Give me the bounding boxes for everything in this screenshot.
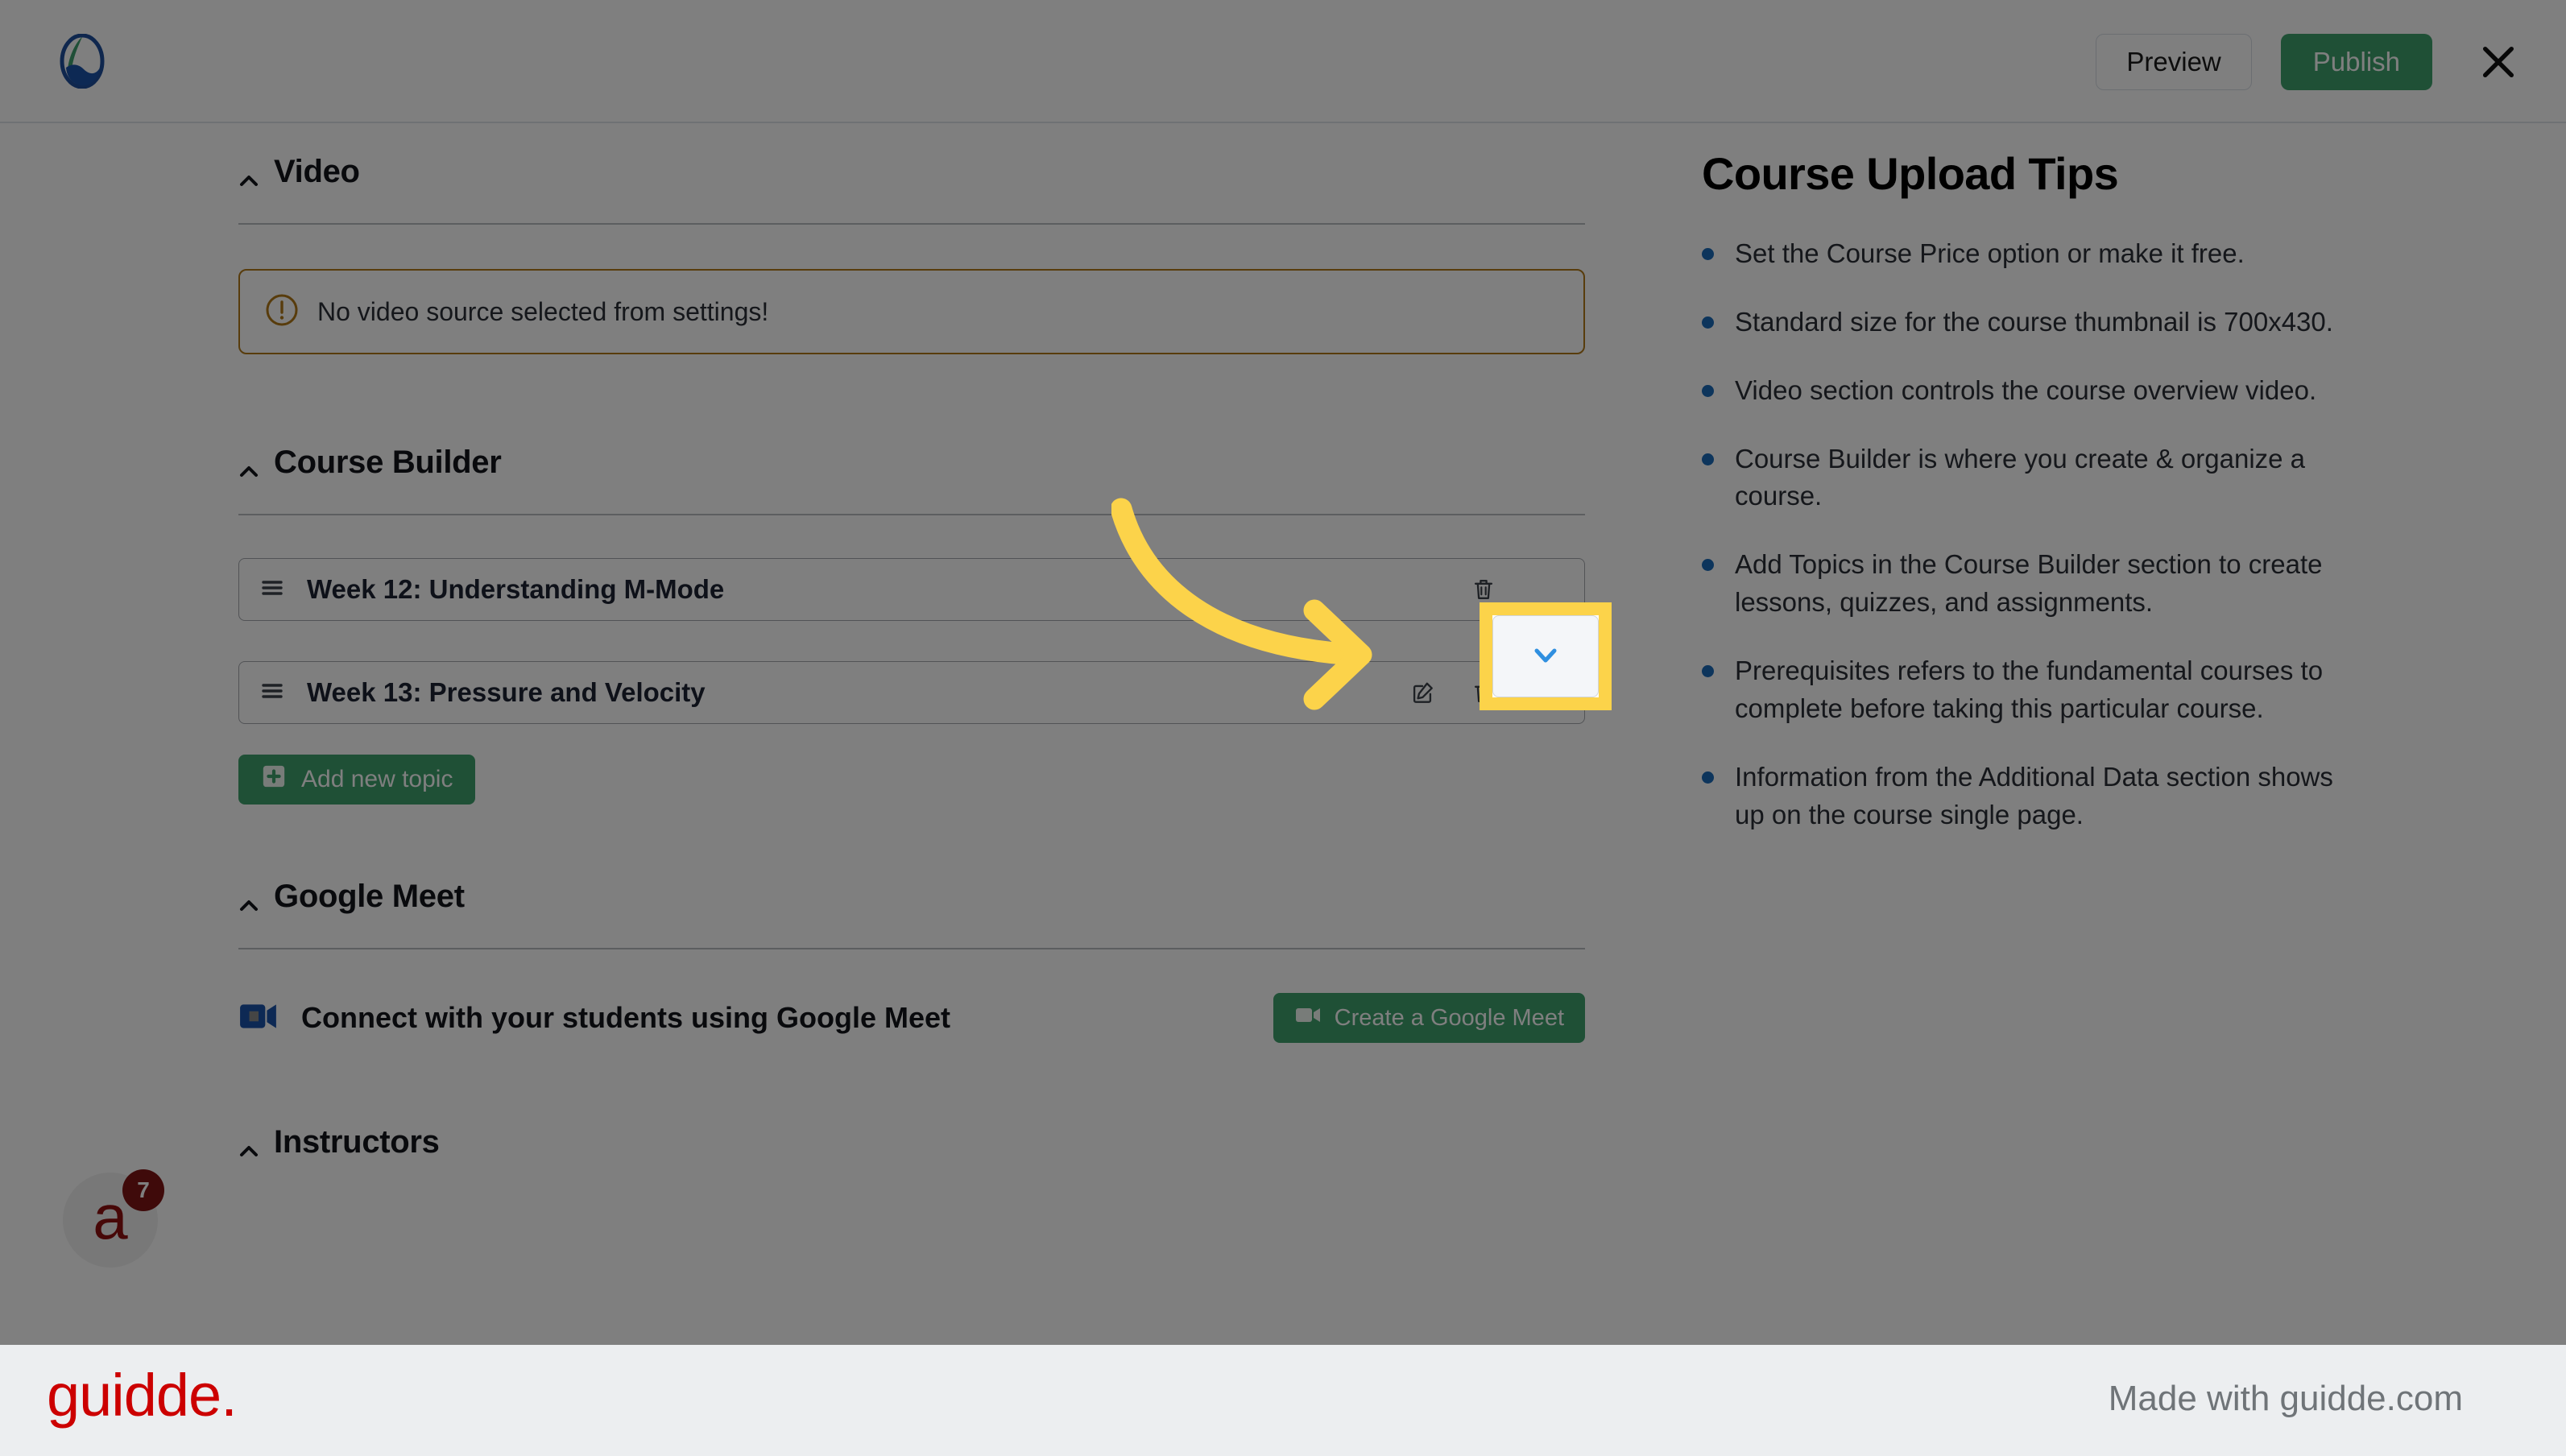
video-camera-icon xyxy=(1294,1004,1322,1032)
trash-icon[interactable] xyxy=(1467,573,1500,606)
google-meet-title: Google Meet xyxy=(274,879,465,914)
divider xyxy=(238,948,1585,949)
chat-widget-button[interactable]: a 7 xyxy=(63,1169,164,1268)
course-builder-section: Course Builder Week 12: Understanding M-… xyxy=(238,354,1585,805)
list-item: Information from the Additional Data sec… xyxy=(1702,759,2362,834)
divider xyxy=(238,223,1585,225)
guidde-logo: guidde. xyxy=(47,1362,238,1429)
bullet-icon xyxy=(1702,665,1714,678)
create-google-meet-label: Create a Google Meet xyxy=(1334,1004,1564,1031)
tip-text: Prerequisites refers to the fundamental … xyxy=(1735,656,2324,723)
google-meet-row: Connect with your students using Google … xyxy=(238,986,1585,1050)
tip-text: Course Builder is where you create & org… xyxy=(1735,443,2306,511)
guidde-footer: guidde. Made with guidde.com xyxy=(0,1345,2566,1456)
create-google-meet-button[interactable]: Create a Google Meet xyxy=(1273,993,1585,1043)
instructors-title: Instructors xyxy=(274,1124,440,1160)
tip-text: Set the Course Price option or make it f… xyxy=(1735,238,2245,268)
app-window: Preview Publish Video No video source se… xyxy=(0,0,2566,1345)
course-builder-title: Course Builder xyxy=(274,445,502,480)
bullet-icon xyxy=(1702,316,1714,329)
made-with-guidde-text: Made with guidde.com xyxy=(2108,1379,2463,1418)
video-section-title: Video xyxy=(274,154,360,189)
close-icon[interactable] xyxy=(2473,36,2524,88)
chevron-down-icon xyxy=(1529,639,1562,675)
list-item: Standard size for the course thumbnail i… xyxy=(1702,304,2362,341)
tip-text: Information from the Additional Data sec… xyxy=(1735,761,2333,829)
list-item: Set the Course Price option or make it f… xyxy=(1702,235,2362,273)
tip-text: Add Topics in the Course Builder section… xyxy=(1735,549,2323,618)
table-row[interactable]: Week 12: Understanding M-Mode xyxy=(238,558,1585,621)
table-row[interactable]: Week 13: Pressure and Velocity xyxy=(238,661,1585,724)
bullet-icon xyxy=(1702,248,1714,260)
row-actions xyxy=(1467,573,1562,606)
course-upload-tips-panel: Course Upload Tips Set the Course Price … xyxy=(1702,123,2362,864)
tip-text: Video section controls the course overvi… xyxy=(1735,374,2317,405)
edit-icon[interactable] xyxy=(1405,676,1439,709)
instructors-header[interactable]: Instructors xyxy=(238,1124,1585,1160)
publish-button[interactable]: Publish xyxy=(2280,33,2432,90)
bullet-icon xyxy=(1702,771,1714,784)
add-new-topic-button[interactable]: Add new topic xyxy=(238,755,476,805)
google-meet-header[interactable]: Google Meet xyxy=(238,879,1585,915)
chevron-up-icon xyxy=(238,163,259,186)
google-meet-section: Google Meet Connect with your students u… xyxy=(238,805,1585,1050)
bullet-icon xyxy=(1702,384,1714,397)
tutor-lms-logo-icon xyxy=(55,33,110,89)
preview-button[interactable]: Preview xyxy=(2096,33,2252,90)
no-video-warning: No video source selected from settings! xyxy=(238,269,1585,354)
alert-circle-icon xyxy=(264,292,300,332)
chevron-up-icon xyxy=(238,1134,259,1156)
course-builder-header[interactable]: Course Builder xyxy=(238,445,1585,481)
video-section-header[interactable]: Video xyxy=(238,154,1585,190)
topic-title: Week 13: Pressure and Velocity xyxy=(307,677,706,707)
list-item: Video section controls the course overvi… xyxy=(1702,372,2362,410)
bullet-icon xyxy=(1702,559,1714,572)
list-item: Course Builder is where you create & org… xyxy=(1702,441,2362,516)
topic-expand-toggle[interactable] xyxy=(1492,615,1599,697)
page-title: Course Upload Tips xyxy=(1702,148,2119,199)
add-new-topic-label: Add new topic xyxy=(301,766,453,792)
google-meet-video-icon xyxy=(238,999,279,1037)
tips-list: Set the Course Price option or make it f… xyxy=(1702,235,2362,833)
chevron-up-icon xyxy=(238,888,259,911)
instructors-section: Instructors xyxy=(238,1050,1585,1160)
content-area: Video No video source selected from sett… xyxy=(0,123,2566,1345)
top-bar-actions: Preview Publish xyxy=(2096,0,2524,123)
drag-handle-icon[interactable] xyxy=(260,576,284,604)
chevron-up-icon xyxy=(238,454,259,477)
list-item: Prerequisites refers to the fundamental … xyxy=(1702,652,2362,728)
divider xyxy=(238,514,1585,515)
list-item: Add Topics in the Course Builder section… xyxy=(1702,546,2362,622)
status-badge: 7 xyxy=(122,1169,164,1211)
drag-handle-icon[interactable] xyxy=(260,679,284,707)
course-editor-column: Video No video source selected from sett… xyxy=(238,123,1585,1160)
plus-square-icon xyxy=(261,763,287,796)
google-meet-description: Connect with your students using Google … xyxy=(301,1001,951,1034)
top-bar: Preview Publish xyxy=(0,0,2566,123)
no-video-warning-text: No video source selected from settings! xyxy=(317,296,769,326)
tip-text: Standard size for the course thumbnail i… xyxy=(1735,306,2333,337)
video-section: Video No video source selected from sett… xyxy=(238,123,1585,354)
bullet-icon xyxy=(1702,453,1714,465)
topic-title: Week 12: Understanding M-Mode xyxy=(307,574,725,604)
